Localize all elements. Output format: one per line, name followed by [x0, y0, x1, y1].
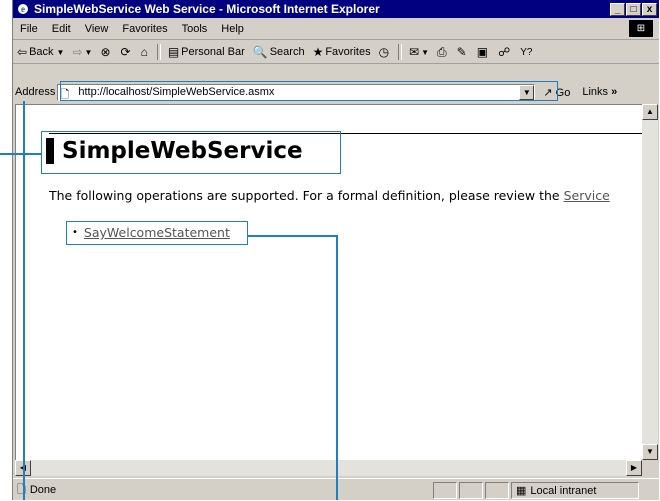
forward-arrow-icon: ⇨ [72, 45, 83, 59]
menu-edit[interactable]: Edit [45, 23, 78, 35]
minimize-button[interactable]: _ [610, 2, 625, 16]
heading-callout-box [41, 131, 341, 174]
page-description: The following operations are supported. … [49, 188, 643, 203]
home-icon: ⌂ [140, 45, 148, 59]
back-button[interactable]: ⇦ Back ▼ [13, 45, 68, 59]
mail-icon: ✉ [409, 45, 420, 59]
messenger-button[interactable]: ☍ [494, 45, 516, 59]
discuss-button[interactable]: ▣ [473, 45, 494, 59]
favorites-icon: ★ [312, 45, 324, 59]
menu-bar: File Edit View Favorites Tools Help ⊞ [13, 19, 659, 40]
print-icon: ⎙ [437, 44, 447, 59]
scroll-up-button[interactable]: ▲ [642, 104, 658, 120]
windows-logo-icon: ⊞ [629, 20, 653, 37]
intranet-icon: ▦ [516, 485, 527, 497]
favorites-button[interactable]: ★ Favorites [309, 45, 375, 59]
links-button[interactable]: Links » [582, 86, 617, 98]
favorites-label: Favorites [325, 46, 371, 58]
close-button[interactable]: x [642, 2, 657, 16]
status-panel [459, 482, 483, 499]
address-callout-box [60, 81, 558, 101]
scroll-down-button[interactable]: ▼ [642, 444, 658, 460]
horizontal-scrollbar[interactable]: ◀ ▶ [15, 460, 642, 476]
refresh-icon: ⟳ [120, 45, 131, 59]
history-icon: ◷ [378, 45, 390, 59]
window-title: SimpleWebService Web Service - Microsoft… [34, 2, 380, 16]
svg-text:e: e [21, 4, 25, 14]
operation-callout-line [248, 235, 338, 237]
ie-icon: e [16, 2, 30, 16]
edit-icon: ✎ [456, 45, 467, 59]
heading-callout-line [0, 153, 41, 155]
chevron-down-icon: ▼ [84, 47, 93, 57]
stop-button[interactable]: ⊗ [96, 45, 116, 59]
status-text: Done [29, 484, 57, 496]
personal-bar-button[interactable]: ▤ Personal Bar [164, 45, 249, 59]
status-panel [433, 482, 457, 499]
vertical-scrollbar[interactable]: ▲ ▼ [642, 104, 658, 460]
zone-panel: ▦ Local intranet [511, 482, 639, 499]
operation-callout-box [66, 221, 248, 245]
toolbar: ⇦ Back ▼ ⇨ ▼ ⊗ ⟳ ⌂ ▤ Personal Bar 🔍 Sear… [13, 41, 659, 64]
menu-favorites[interactable]: Favorites [115, 23, 174, 35]
search-button[interactable]: 🔍 Search [249, 45, 309, 59]
back-label: Back [29, 46, 54, 58]
yahoo-icon: Y? [520, 46, 533, 58]
maximize-button[interactable]: □ [626, 2, 641, 16]
zone-text: Local intranet [530, 484, 597, 497]
print-button[interactable]: ⎙ [433, 45, 453, 60]
description-text: The following operations are supported. … [49, 188, 564, 203]
toolbar-separator [156, 44, 161, 60]
history-button[interactable]: ◷ [375, 45, 395, 59]
forward-button[interactable]: ⇨ ▼ [68, 45, 96, 59]
search-label: Search [269, 46, 305, 58]
chevron-down-icon: ▼ [56, 47, 65, 57]
personal-bar-label: Personal Bar [181, 46, 245, 58]
refresh-button[interactable]: ⟳ [117, 45, 137, 59]
search-icon: 🔍 [252, 45, 268, 59]
messenger-icon: ☍ [498, 45, 511, 59]
discuss-icon: ▣ [476, 45, 489, 59]
address-callout-line [23, 101, 25, 500]
address-label: Address [15, 86, 56, 98]
yahoo-button[interactable]: Y? [516, 47, 538, 58]
toolbar-separator [398, 44, 403, 60]
scrollbar-corner [642, 460, 658, 476]
menu-help[interactable]: Help [214, 23, 251, 35]
stop-icon: ⊗ [100, 45, 111, 59]
status-panel [485, 482, 509, 499]
links-label: Links [582, 86, 609, 98]
edit-button[interactable]: ✎ [453, 45, 473, 59]
home-button[interactable]: ⌂ [137, 45, 154, 59]
operation-callout-line-vertical [336, 235, 338, 500]
service-description-link[interactable]: Service [564, 188, 610, 203]
menu-view[interactable]: View [78, 23, 116, 35]
back-arrow-icon: ⇦ [17, 45, 28, 59]
menu-tools[interactable]: Tools [175, 23, 215, 35]
title-bar: e SimpleWebService Web Service - Microso… [13, 0, 659, 18]
mail-button[interactable]: ✉ ▼ [405, 45, 433, 59]
menu-file[interactable]: File [13, 23, 45, 35]
personal-bar-icon: ▤ [167, 45, 180, 59]
scroll-right-button[interactable]: ▶ [626, 460, 642, 476]
